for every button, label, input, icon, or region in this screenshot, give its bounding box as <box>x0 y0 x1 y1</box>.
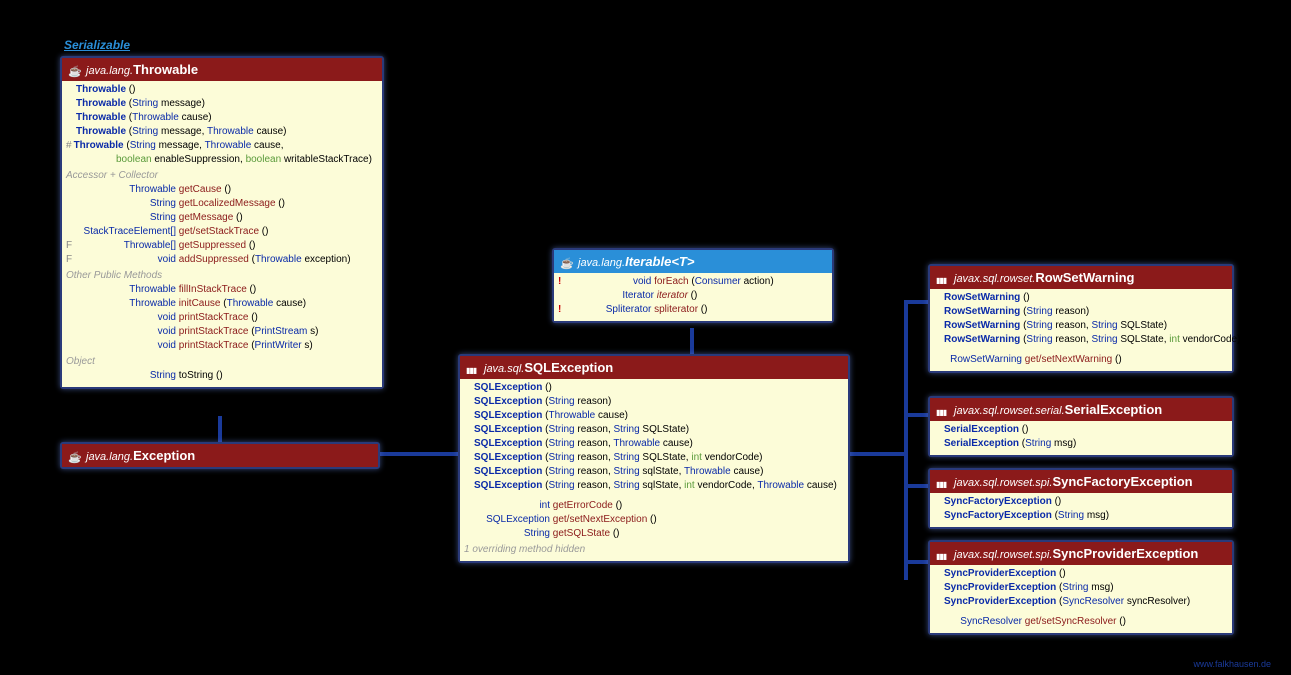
ctor-row[interactable]: Throwable () <box>66 83 378 97</box>
member-row[interactable]: void printStackTrace (PrintStream s) <box>66 325 378 339</box>
rowsetwarning-box: javax.sql.rowset.RowSetWarning RowSetWar… <box>928 264 1234 373</box>
ctor-row[interactable]: RowSetWarning (String reason, String SQL… <box>934 333 1228 347</box>
conn-syncfactory <box>904 484 930 488</box>
throwable-header[interactable]: java.lang.Throwable <box>62 58 382 81</box>
syncproviderexception-body: SyncProviderException () SyncProviderExc… <box>930 565 1232 633</box>
member-row[interactable]: String getSQLState () <box>464 527 844 541</box>
syncproviderexception-header[interactable]: javax.sql.rowset.spi.SyncProviderExcepti… <box>930 542 1232 565</box>
iterable-header[interactable]: java.lang.Iterable<T> <box>554 250 832 273</box>
sqlexception-box: java.sql.SQLException SQLException () SQ… <box>458 354 850 563</box>
member-row[interactable]: String getMessage () <box>66 211 378 225</box>
ctor-row[interactable]: RowSetWarning (String reason, String SQL… <box>934 319 1228 333</box>
member-row[interactable]: StackTraceElement[] get/setStackTrace () <box>66 225 378 239</box>
ctor-row[interactable]: SerialException (String msg) <box>934 437 1228 451</box>
throwable-body: Throwable () Throwable (String message) … <box>62 81 382 387</box>
exception-box: java.lang.Exception <box>60 442 380 469</box>
ctor-row[interactable]: Throwable (String message, Throwable cau… <box>66 125 378 139</box>
ctor-row[interactable]: SQLException (Throwable cause) <box>464 409 844 423</box>
iterable-box: java.lang.Iterable<T> !void forEach (Con… <box>552 248 834 323</box>
sqlexception-body: SQLException () SQLException (String rea… <box>460 379 848 561</box>
ctor-row[interactable]: SyncProviderException (SyncResolver sync… <box>934 595 1228 609</box>
rowsetwarning-body: RowSetWarning () RowSetWarning (String r… <box>930 289 1232 371</box>
syncfactoryexception-body: SyncFactoryException () SyncFactoryExcep… <box>930 493 1232 527</box>
class-icon <box>68 64 82 76</box>
ctor-row[interactable]: #Throwable (String message, Throwable ca… <box>66 139 378 153</box>
sqlexception-header[interactable]: java.sql.SQLException <box>460 356 848 379</box>
ctor-row[interactable]: SyncFactoryException () <box>934 495 1228 509</box>
interface-icon <box>560 256 574 268</box>
rowset-icon <box>936 476 950 488</box>
footer-link[interactable]: www.falkhausen.de <box>1193 659 1271 669</box>
member-row[interactable]: !Spliterator spliterator () <box>558 303 828 317</box>
overriding-note: 1 overriding method hidden <box>464 543 844 557</box>
member-row[interactable]: Throwable initCause (Throwable cause) <box>66 297 378 311</box>
member-row[interactable]: !void forEach (Consumer action) <box>558 275 828 289</box>
ctor-row[interactable]: SQLException () <box>464 381 844 395</box>
member-row[interactable]: Iterator iterator () <box>558 289 828 303</box>
ctor-row[interactable]: SQLException (String reason, String SQLS… <box>464 451 844 465</box>
conn-sql-right-h <box>848 452 908 456</box>
conn-throwable-exception <box>218 416 222 444</box>
conn-syncprovider <box>904 560 930 564</box>
conn-sql-right-v <box>904 300 908 580</box>
member-row[interactable]: void printStackTrace () <box>66 311 378 325</box>
member-row[interactable]: SQLException get/setNextException () <box>464 513 844 527</box>
member-row[interactable]: Throwable fillInStackTrace () <box>66 283 378 297</box>
sql-icon <box>466 362 480 374</box>
section-object: Object <box>66 355 378 369</box>
serializable-label[interactable]: Serializable <box>64 38 130 52</box>
section-other: Other Public Methods <box>66 269 378 283</box>
ctor-row[interactable]: SQLException (String reason) <box>464 395 844 409</box>
class-icon <box>68 450 82 462</box>
throwable-box: java.lang.Throwable Throwable () Throwab… <box>60 56 384 389</box>
member-row[interactable]: int getErrorCode () <box>464 499 844 513</box>
ctor-row[interactable]: SQLException (String reason, String SQLS… <box>464 423 844 437</box>
member-row[interactable]: void printStackTrace (PrintWriter s) <box>66 339 378 353</box>
syncfactoryexception-header[interactable]: javax.sql.rowset.spi.SyncFactoryExceptio… <box>930 470 1232 493</box>
section-accessor: Accessor + Collector <box>66 169 378 183</box>
conn-serial <box>904 413 930 417</box>
member-row[interactable]: FThrowable[] getSuppressed () <box>66 239 378 253</box>
syncproviderexception-box: javax.sql.rowset.spi.SyncProviderExcepti… <box>928 540 1234 635</box>
exception-header[interactable]: java.lang.Exception <box>62 444 378 467</box>
ctor-row[interactable]: Throwable (String message) <box>66 97 378 111</box>
ctor-row[interactable]: SQLException (String reason, String sqlS… <box>464 465 844 479</box>
ctor-row[interactable]: Throwable (Throwable cause) <box>66 111 378 125</box>
member-row[interactable]: String getLocalizedMessage () <box>66 197 378 211</box>
ctor-row[interactable]: RowSetWarning (String reason) <box>934 305 1228 319</box>
ctor-row[interactable]: SQLException (String reason, String sqlS… <box>464 479 844 493</box>
rowset-icon <box>936 404 950 416</box>
ctor-row[interactable]: SQLException (String reason, Throwable c… <box>464 437 844 451</box>
ctor-row[interactable]: SyncFactoryException (String msg) <box>934 509 1228 523</box>
rowsetwarning-header[interactable]: javax.sql.rowset.RowSetWarning <box>930 266 1232 289</box>
iterable-body: !void forEach (Consumer action) Iterator… <box>554 273 832 321</box>
conn-iterable-sql <box>690 328 694 356</box>
serialexception-box: javax.sql.rowset.serial.SerialException … <box>928 396 1234 457</box>
conn-rowsetwarning <box>904 300 930 304</box>
rowset-icon <box>936 548 950 560</box>
ctor-row[interactable]: SyncProviderException (String msg) <box>934 581 1228 595</box>
ctor-row[interactable]: SerialException () <box>934 423 1228 437</box>
ctor-row-cont: boolean enableSuppression, boolean writa… <box>66 153 378 167</box>
syncfactoryexception-box: javax.sql.rowset.spi.SyncFactoryExceptio… <box>928 468 1234 529</box>
serialexception-header[interactable]: javax.sql.rowset.serial.SerialException <box>930 398 1232 421</box>
conn-exception-sql-h <box>378 452 460 456</box>
rowset-icon <box>936 272 950 284</box>
ctor-row[interactable]: RowSetWarning () <box>934 291 1228 305</box>
member-row[interactable]: Fvoid addSuppressed (Throwable exception… <box>66 253 378 267</box>
serialexception-body: SerialException () SerialException (Stri… <box>930 421 1232 455</box>
ctor-row[interactable]: SyncProviderException () <box>934 567 1228 581</box>
member-row[interactable]: String toString () <box>66 369 378 383</box>
member-row[interactable]: Throwable getCause () <box>66 183 378 197</box>
member-row[interactable]: SyncResolver get/setSyncResolver () <box>934 615 1228 629</box>
member-row[interactable]: RowSetWarning get/setNextWarning () <box>934 353 1228 367</box>
